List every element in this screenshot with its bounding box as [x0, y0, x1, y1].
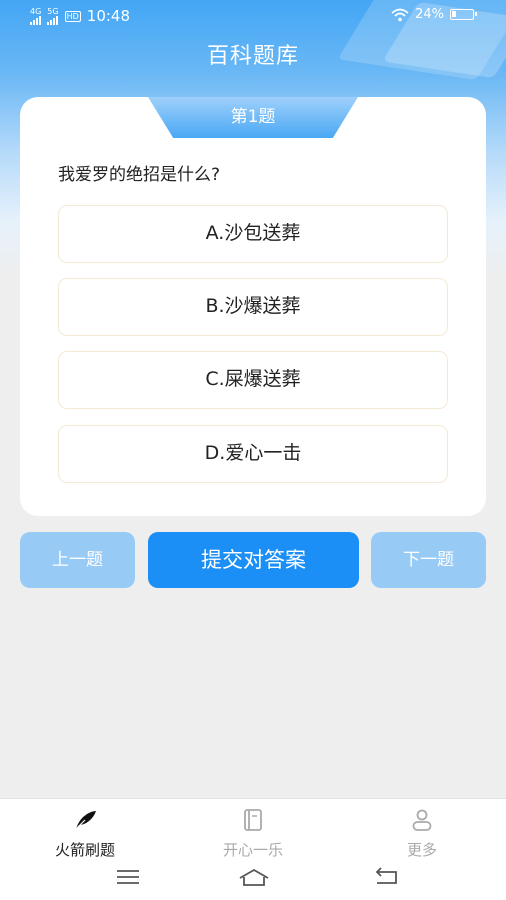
- hd-badge: HD: [64, 10, 81, 22]
- signal-bars-icon: [47, 15, 59, 25]
- next-question-button[interactable]: 下一题: [371, 532, 486, 588]
- feather-icon: [74, 811, 96, 831]
- system-nav-bar: [0, 860, 506, 900]
- signal-bars-icon: [30, 15, 41, 25]
- question-number-tab: 第1题: [148, 97, 358, 138]
- option-d[interactable]: D.爱心一击: [58, 425, 448, 483]
- book-icon: [244, 809, 262, 831]
- question-text: 我爱罗的绝招是什么?: [58, 165, 221, 185]
- tab-rocket-quiz[interactable]: 火箭刷题: [25, 809, 145, 860]
- option-b[interactable]: B.沙爆送葬: [58, 278, 448, 336]
- tab-label: 火箭刷题: [54, 841, 115, 859]
- battery-percent: 24%: [415, 7, 444, 22]
- network-4g-indicator: 4G: [30, 7, 41, 25]
- submit-answer-button[interactable]: 提交对答案: [148, 532, 359, 588]
- back-icon[interactable]: [372, 866, 402, 888]
- option-c[interactable]: C.屎爆送葬: [58, 351, 448, 409]
- option-a[interactable]: A.沙包送葬: [58, 205, 448, 263]
- tab-happy-fun[interactable]: 开心一乐: [193, 809, 313, 860]
- user-icon: [412, 809, 432, 831]
- menu-icon[interactable]: [113, 866, 143, 888]
- page-title: 百科题库: [206, 44, 299, 69]
- home-icon[interactable]: [237, 866, 271, 888]
- battery-icon: [450, 9, 477, 20]
- status-bar: 4G 5G HD 10:48 24%: [0, 0, 506, 30]
- tab-label: 更多: [406, 841, 437, 859]
- tab-more[interactable]: 更多: [362, 809, 482, 860]
- tab-label: 开心一乐: [222, 841, 283, 859]
- network-5g-indicator: 5G: [47, 7, 59, 25]
- status-time: 10:48: [86, 7, 131, 25]
- prev-question-button[interactable]: 上一题: [20, 532, 135, 588]
- wifi-icon: [391, 8, 409, 21]
